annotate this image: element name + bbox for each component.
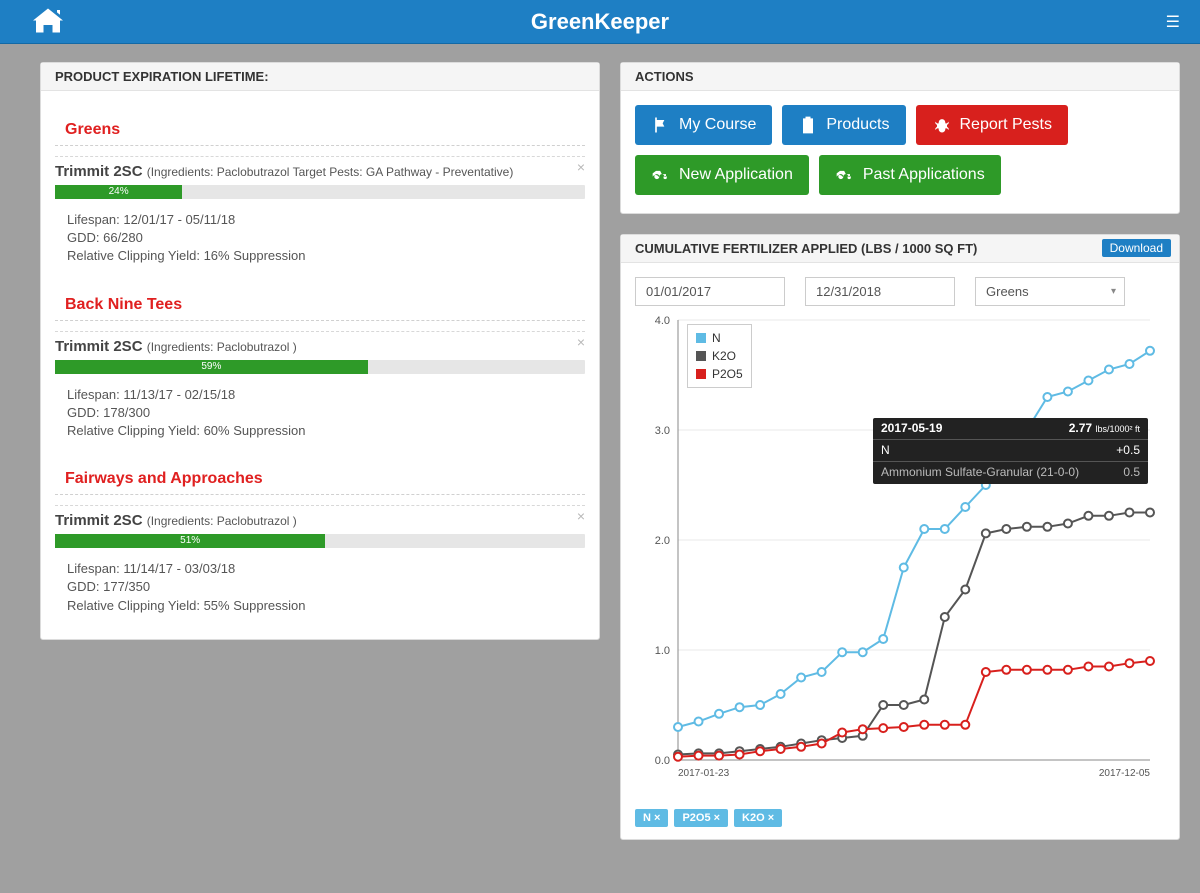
svg-text:2017-12-05: 2017-12-05: [1099, 768, 1151, 779]
section-title: Back Nine Tees: [55, 286, 585, 321]
tractor-icon: [651, 165, 671, 185]
app-title: GreenKeeper: [531, 9, 669, 35]
svg-text:3.0: 3.0: [655, 425, 670, 437]
svg-text:2017-01-23: 2017-01-23: [678, 768, 730, 779]
lifespan: Lifespan: 11/14/17 - 03/03/18: [67, 560, 585, 578]
close-icon[interactable]: ×: [577, 508, 585, 524]
yield: Relative Clipping Yield: 55% Suppression: [67, 597, 585, 615]
actions-panel: ACTIONS My Course Products Report Pests: [620, 62, 1180, 214]
tag-p2o5[interactable]: P2O5 ×: [674, 809, 728, 827]
svg-text:1.0: 1.0: [655, 645, 670, 657]
yield: Relative Clipping Yield: 16% Suppression: [67, 247, 585, 265]
progress-bar: 24%: [55, 185, 585, 199]
btn-label: Report Pests: [960, 116, 1052, 134]
bug-icon: [932, 115, 952, 135]
section-title: Greens: [55, 111, 585, 146]
tractor-icon: [835, 165, 855, 185]
close-icon[interactable]: ×: [577, 159, 585, 175]
svg-text:4.0: 4.0: [655, 315, 670, 327]
tag-k2o[interactable]: K2O ×: [734, 809, 782, 827]
product-details: (Ingredients: Paclobutrazol ): [147, 514, 297, 528]
product-name: Trimmit 2SC: [55, 512, 147, 529]
product-expiration-panel: PRODUCT EXPIRATION LIFETIME: Greens × Trim…: [40, 62, 600, 640]
btn-label: New Application: [679, 166, 793, 184]
section-title: Fairways and Approaches: [55, 460, 585, 495]
report-pests-button[interactable]: Report Pests: [916, 105, 1068, 145]
product-item: × Trimmit 2SC (Ingredients: Paclobutrazol…: [55, 331, 585, 447]
product-name: Trimmit 2SC: [55, 163, 147, 180]
svg-text:2.0: 2.0: [655, 535, 670, 547]
date-from-input[interactable]: [635, 277, 785, 306]
gdd: GDD: 66/280: [67, 229, 585, 247]
product-details: (Ingredients: Paclobutrazol Target Pests…: [147, 165, 514, 179]
btn-label: Products: [826, 116, 889, 134]
past-applications-button[interactable]: Past Applications: [819, 155, 1001, 195]
product-item: × Trimmit 2SC (Ingredients: Paclobutrazol…: [55, 156, 585, 272]
btn-label: My Course: [679, 116, 756, 134]
actions-panel-title: ACTIONS: [621, 63, 1179, 91]
yield: Relative Clipping Yield: 60% Suppression: [67, 422, 585, 440]
close-icon[interactable]: ×: [577, 334, 585, 350]
home-icon[interactable]: [30, 4, 66, 45]
new-application-button[interactable]: New Application: [635, 155, 809, 195]
svg-text:0.0: 0.0: [655, 755, 670, 767]
date-to-input[interactable]: [805, 277, 955, 306]
progress-bar: 59%: [55, 360, 585, 374]
lifespan: Lifespan: 11/13/17 - 02/15/18: [67, 386, 585, 404]
topbar: GreenKeeper ☰: [0, 0, 1200, 44]
fertilizer-panel-title: CUMULATIVE FERTILIZER APPLIED (LBS / 100…: [621, 235, 1179, 263]
my-course-button[interactable]: My Course: [635, 105, 772, 145]
download-button[interactable]: Download: [1102, 239, 1171, 257]
clipboard-icon: [798, 115, 818, 135]
lifespan: Lifespan: 12/01/17 - 05/11/18: [67, 211, 585, 229]
fertilizer-chart: 0.0 1.0 2.0 3.0 4.0 2017-01-23 2017-12-05 N K2…: [621, 310, 1179, 805]
btn-label: Past Applications: [863, 166, 985, 184]
expiration-panel-title: PRODUCT EXPIRATION LIFETIME:: [41, 63, 599, 91]
chart-legend: N K2O P2O5: [687, 324, 752, 388]
progress-bar: 51%: [55, 534, 585, 548]
product-details: (Ingredients: Paclobutrazol ): [147, 340, 297, 354]
flag-icon: [651, 115, 671, 135]
area-select[interactable]: Greens: [975, 277, 1125, 306]
products-button[interactable]: Products: [782, 105, 905, 145]
gdd: GDD: 177/350: [67, 578, 585, 596]
product-name: Trimmit 2SC: [55, 338, 147, 355]
gdd: GDD: 178/300: [67, 404, 585, 422]
chart-tooltip: 2017-05-19 2.77 lbs/1000² ft N +0.5 Ammo…: [873, 418, 1148, 484]
menu-icon[interactable]: ☰: [1166, 12, 1180, 32]
tag-n[interactable]: N ×: [635, 809, 668, 827]
fertilizer-panel: CUMULATIVE FERTILIZER APPLIED (LBS / 100…: [620, 234, 1180, 840]
product-item: × Trimmit 2SC (Ingredients: Paclobutrazol…: [55, 505, 585, 621]
